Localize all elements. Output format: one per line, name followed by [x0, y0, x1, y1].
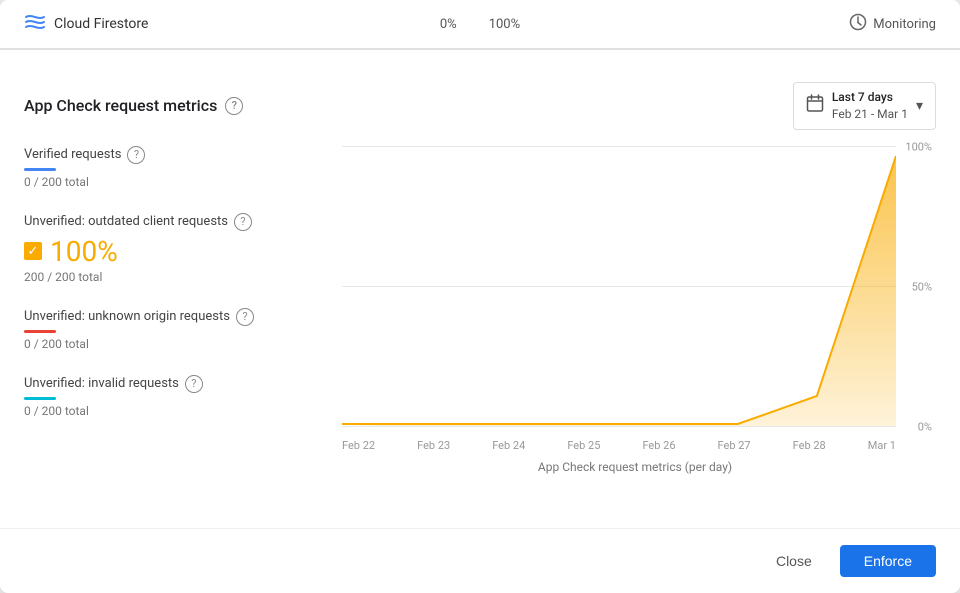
metrics-body: Verified requests ? 0 / 200 total Unveri… — [24, 146, 936, 474]
metric-invalid-label: Unverified: invalid requests ? — [24, 375, 318, 393]
metric-verified: Verified requests ? 0 / 200 total — [24, 146, 318, 189]
metric-invalid-help[interactable]: ? — [185, 375, 203, 393]
progress-100: 100% — [489, 17, 520, 32]
monitoring-label: Monitoring — [873, 17, 936, 32]
date-picker-text: Last 7 days Feb 21 - Mar 1 — [832, 89, 908, 123]
metric-unknown-total: 0 / 200 total — [24, 337, 318, 351]
metric-invalid-line — [24, 397, 56, 400]
metric-unknown-label: Unverified: unknown origin requests ? — [24, 308, 318, 326]
metric-invalid: Unverified: invalid requests ? 0 / 200 t… — [24, 375, 318, 418]
section-help-icon[interactable]: ? — [225, 97, 243, 115]
x-label-feb24: Feb 24 — [492, 439, 525, 452]
x-label-feb26: Feb 26 — [642, 439, 675, 452]
top-bar: Cloud Firestore 0% 100% Monitoring — [0, 0, 960, 49]
date-picker[interactable]: Last 7 days Feb 21 - Mar 1 ▾ — [793, 82, 936, 130]
metrics-chart: 100% 50% 0% — [334, 146, 936, 474]
metric-outdated-value-group: ✓ 100% — [24, 235, 318, 268]
date-range-sub: Feb 21 - Mar 1 — [832, 106, 908, 123]
chart-line — [342, 156, 896, 424]
metric-outdated-help[interactable]: ? — [234, 213, 252, 231]
calendar-icon — [806, 94, 824, 117]
chart-svg-container — [342, 146, 896, 426]
metric-outdated-value: 100% — [50, 235, 118, 268]
y-label-100: 100% — [905, 140, 932, 153]
chart-area-fill — [342, 156, 896, 426]
metric-unknown: Unverified: unknown origin requests ? 0 … — [24, 308, 318, 351]
clock-icon — [849, 13, 867, 35]
y-label-0: 0% — [918, 420, 932, 433]
metric-verified-label: Verified requests ? — [24, 146, 318, 164]
chevron-down-icon: ▾ — [916, 98, 923, 114]
progress-0: 0% — [440, 17, 457, 32]
main-content: App Check request metrics ? Last 7 days … — [0, 62, 960, 528]
dialog: Cloud Firestore 0% 100% Monitoring App C… — [0, 0, 960, 593]
x-label-mar1: Mar 1 — [868, 439, 896, 452]
metric-outdated-label: Unverified: outdated client requests ? — [24, 213, 318, 231]
service-name: Cloud Firestore — [54, 16, 148, 32]
x-label-feb27: Feb 27 — [718, 439, 751, 452]
chart-title: App Check request metrics (per day) — [334, 460, 936, 474]
metric-outdated-total: 200 / 200 total — [24, 270, 318, 284]
divider — [0, 49, 960, 50]
chart-svg — [342, 146, 896, 426]
firestore-icon — [24, 12, 46, 36]
metric-verified-line — [24, 168, 56, 171]
x-label-feb28: Feb 28 — [793, 439, 826, 452]
top-bar-right: Monitoring — [708, 13, 936, 35]
metric-outdated: Unverified: outdated client requests ? ✓… — [24, 213, 318, 284]
metric-unknown-line — [24, 330, 56, 333]
close-button[interactable]: Close — [760, 545, 828, 577]
x-axis: Feb 22 Feb 23 Feb 24 Feb 25 Feb 26 Feb 2… — [342, 435, 896, 456]
metric-verified-total: 0 / 200 total — [24, 175, 318, 189]
checkbox-orange-icon: ✓ — [24, 242, 42, 260]
section-header: App Check request metrics ? Last 7 days … — [24, 82, 936, 130]
chart-area: 100% 50% 0% — [342, 146, 936, 456]
metric-invalid-total: 0 / 200 total — [24, 404, 318, 418]
footer: Close Enforce — [0, 528, 960, 593]
x-label-feb25: Feb 25 — [567, 439, 600, 452]
date-range-label: Last 7 days — [832, 89, 908, 106]
top-bar-left: Cloud Firestore — [24, 12, 252, 36]
metrics-left: Verified requests ? 0 / 200 total Unveri… — [24, 146, 334, 474]
enforce-button[interactable]: Enforce — [840, 545, 936, 577]
top-bar-center: 0% 100% — [252, 17, 708, 32]
section-title-group: App Check request metrics ? — [24, 96, 243, 115]
section-title: App Check request metrics — [24, 96, 217, 115]
y-label-50: 50% — [912, 280, 932, 293]
x-label-feb22: Feb 22 — [342, 439, 375, 452]
metric-verified-help[interactable]: ? — [127, 146, 145, 164]
x-label-feb23: Feb 23 — [417, 439, 450, 452]
metric-unknown-help[interactable]: ? — [236, 308, 254, 326]
